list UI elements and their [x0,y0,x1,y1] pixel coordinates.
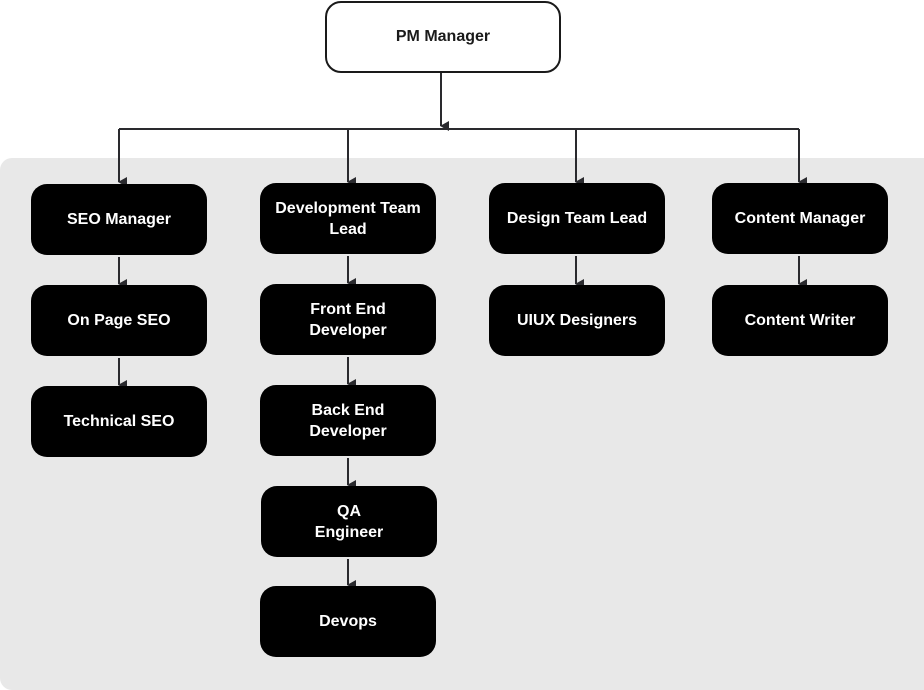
root-node-pm-manager[interactable]: PM Manager [325,1,561,73]
node-devops[interactable]: Devops [260,586,436,657]
node-content-writer[interactable]: Content Writer [712,285,888,356]
node-technical-seo[interactable]: Technical SEO [31,386,207,457]
node-seo-manager[interactable]: SEO Manager [31,184,207,255]
node-content-manager[interactable]: Content Manager [712,183,888,254]
node-front-end-developer[interactable]: Front End Developer [260,284,436,355]
node-qa-engineer[interactable]: QA Engineer [261,486,437,557]
node-on-page-seo[interactable]: On Page SEO [31,285,207,356]
node-uiux-designers[interactable]: UIUX Designers [489,285,665,356]
node-back-end-developer[interactable]: Back End Developer [260,385,436,456]
node-design-team-lead[interactable]: Design Team Lead [489,183,665,254]
node-development-team-lead[interactable]: Development Team Lead [260,183,436,254]
